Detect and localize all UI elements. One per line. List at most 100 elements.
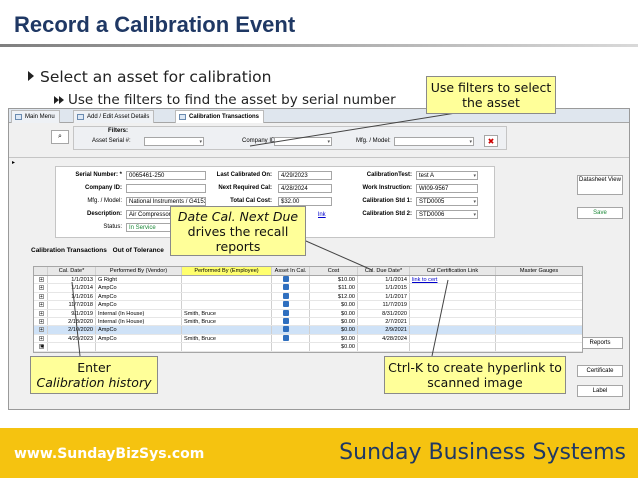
cell-vendor[interactable]: AmpCo <box>96 284 182 292</box>
cell-cost[interactable]: $0.00 <box>310 343 358 351</box>
cell-employee[interactable] <box>182 343 272 351</box>
expand-icon[interactable]: + <box>39 327 44 333</box>
cell-date[interactable]: 1/1/2016 <box>48 292 96 301</box>
clear-filters-button[interactable]: ✖ <box>484 135 498 147</box>
cell-vendor[interactable]: G Right <box>96 276 182 284</box>
tab-calibration-transactions[interactable]: Calibration Transactions <box>175 110 265 123</box>
checkbox-checked-icon[interactable] <box>283 317 289 324</box>
col-asset-in-cal[interactable]: Asset In Cal. <box>272 267 310 275</box>
reports-button[interactable]: Reports <box>577 337 623 349</box>
cell-vendor[interactable] <box>96 343 182 351</box>
cell-vendor[interactable]: AmpCo <box>96 292 182 301</box>
asset-serial-filter[interactable]: ▾ <box>144 137 204 146</box>
table-row[interactable]: +2/18/2020 Internal (In House) Smith, Bruc… <box>34 317 582 327</box>
col-cost[interactable]: Cost <box>310 267 358 275</box>
serial-number-field[interactable]: 0065461-250 <box>126 171 206 180</box>
col-employee[interactable]: Performed By (Employee) <box>182 267 272 275</box>
cell-gauges[interactable] <box>496 301 582 308</box>
col-cal-date[interactable]: Cal. Date* <box>48 267 96 275</box>
cell-date[interactable]: 1/1/2014 <box>48 284 96 292</box>
next-cal-field[interactable]: 4/28/2024 <box>278 184 332 193</box>
cell-vendor[interactable]: Internal (In House) <box>96 309 182 317</box>
company-id-field[interactable] <box>126 184 206 193</box>
mfg-model-field[interactable]: National Instruments / G4153 <box>126 197 206 206</box>
col-cert-link[interactable]: Cal Certification Link <box>410 267 496 275</box>
cell-due[interactable]: 1/1/2017 <box>358 292 410 301</box>
total-cost-field[interactable]: $32.00 <box>278 197 332 206</box>
col-master-gauges[interactable]: Master Gauges <box>496 267 582 275</box>
checkbox-checked-icon[interactable] <box>283 292 289 299</box>
expand-icon[interactable]: + <box>39 293 44 299</box>
cell-gauges[interactable] <box>496 284 582 291</box>
checkbox-checked-icon[interactable] <box>283 284 289 291</box>
cell-vendor[interactable]: AmpCo <box>96 334 182 343</box>
tab-out-of-tolerance[interactable]: Out of Tolerance <box>113 247 164 254</box>
cell-employee[interactable] <box>182 326 272 334</box>
cell-due[interactable]: 2/9/2021 <box>358 326 410 334</box>
cell-date[interactable]: 2/10/2020 <box>48 326 96 334</box>
cell-gauges[interactable] <box>496 310 582 317</box>
cell-link[interactable] <box>410 301 496 309</box>
label-button[interactable]: Label <box>577 385 623 397</box>
expand-icon[interactable]: + <box>39 302 44 308</box>
cell-in-cal[interactable] <box>272 276 310 284</box>
cell-vendor[interactable]: Internal (In House) <box>96 317 182 326</box>
checkbox-checked-icon[interactable] <box>283 309 289 316</box>
cell-date[interactable]: 11/7/2018 <box>48 301 96 309</box>
certificate-button[interactable]: Certificate <box>577 365 623 377</box>
cell-employee[interactable] <box>182 284 272 292</box>
cert-link[interactable]: lnk <box>318 212 326 218</box>
table-row[interactable]: ✱ $0.00 <box>34 343 582 352</box>
cell-date[interactable]: 1/1/2013 <box>48 276 96 284</box>
cell-in-cal[interactable] <box>272 334 310 343</box>
cell-employee[interactable] <box>182 301 272 309</box>
cell-in-cal[interactable] <box>272 317 310 326</box>
mfg-model-filter[interactable]: ▾ <box>394 137 474 146</box>
cell-link[interactable] <box>410 292 496 301</box>
col-vendor[interactable]: Performed By (Vendor) <box>96 267 182 275</box>
cell-link[interactable]: link to cert <box>410 276 496 284</box>
expand-icon[interactable]: + <box>39 310 44 316</box>
cell-employee[interactable] <box>182 276 272 284</box>
cell-vendor[interactable]: AmpCo <box>96 301 182 309</box>
tab-main-menu[interactable]: Main Menu <box>11 110 60 123</box>
cell-link[interactable] <box>410 309 496 317</box>
expand-icon[interactable]: + <box>39 335 44 341</box>
cell-employee[interactable]: Smith, Bruce <box>182 334 272 343</box>
datasheet-view-button[interactable]: Datasheet View <box>577 175 623 195</box>
cell-cost[interactable]: $0.00 <box>310 326 358 334</box>
cell-employee[interactable]: Smith, Bruce <box>182 317 272 326</box>
cell-link[interactable] <box>410 284 496 292</box>
cell-date[interactable]: 9/1/2019 <box>48 309 96 317</box>
cell-cost[interactable]: $0.00 <box>310 309 358 317</box>
cell-due[interactable]: 1/1/2014 <box>358 276 410 284</box>
cell-cost[interactable]: $12.00 <box>310 292 358 301</box>
cell-in-cal[interactable] <box>272 301 310 309</box>
cell-gauges[interactable] <box>496 318 582 325</box>
expand-icon[interactable]: + <box>39 285 44 291</box>
table-row[interactable]: +9/1/2019 Internal (In House) Smith, Bruce… <box>34 309 582 318</box>
cell-cost[interactable]: $10.00 <box>310 276 358 284</box>
cell-due[interactable]: 11/7/2019 <box>358 301 410 309</box>
cell-date[interactable] <box>48 343 96 351</box>
cell-link[interactable] <box>410 326 496 334</box>
calibration-std1-field[interactable]: STD0005 ▾ <box>416 197 478 206</box>
table-row[interactable]: +1/1/2014 AmpCo $11.00 1/1/2015 <box>34 284 582 293</box>
cell-gauges[interactable] <box>496 343 582 350</box>
cell-cost[interactable]: $0.00 <box>310 334 358 343</box>
cell-in-cal[interactable] <box>272 292 310 301</box>
checkbox-checked-icon[interactable] <box>283 334 289 341</box>
cell-gauges[interactable] <box>496 326 582 333</box>
cell-due[interactable] <box>358 343 410 351</box>
cell-cost[interactable]: $0.00 <box>310 301 358 309</box>
cell-in-cal[interactable] <box>272 326 310 334</box>
table-row[interactable]: +4/29/2023 AmpCo Smith, Bruce $0.00 4/28/202… <box>34 334 582 344</box>
new-record-icon[interactable]: ✱ <box>39 344 44 350</box>
col-due-date[interactable]: Cal. Due Date* <box>358 267 410 275</box>
cell-in-cal[interactable] <box>272 284 310 292</box>
cell-link[interactable] <box>410 343 496 351</box>
cell-date[interactable]: 4/29/2023 <box>48 334 96 343</box>
save-button[interactable]: Save <box>577 207 623 219</box>
checkbox-checked-icon[interactable] <box>283 276 289 282</box>
cell-cost[interactable]: $11.00 <box>310 284 358 292</box>
